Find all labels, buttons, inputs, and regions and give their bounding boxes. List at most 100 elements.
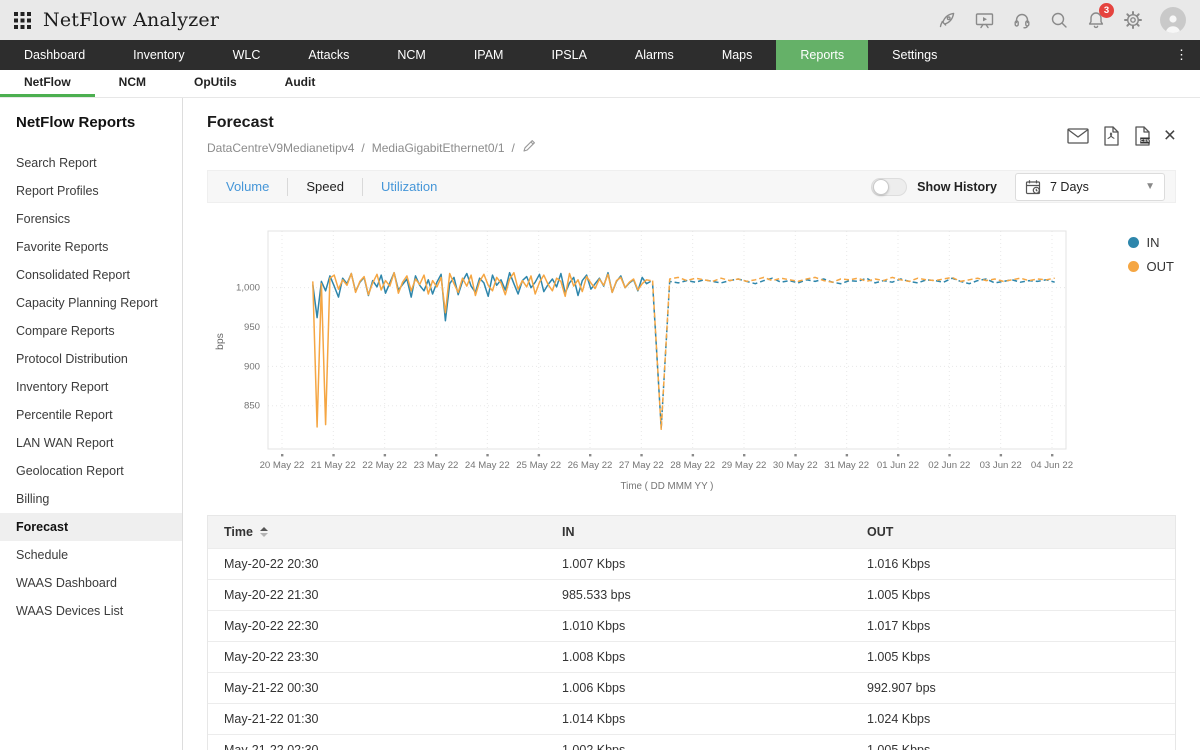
svg-text:27 May 22: 27 May 22: [619, 460, 664, 471]
cell-in: 1.008 Kbps: [546, 641, 851, 672]
svg-text:Time ( DD MMM YY ): Time ( DD MMM YY ): [621, 481, 714, 492]
svg-text:20 May 22: 20 May 22: [260, 460, 305, 471]
svg-text:900: 900: [244, 361, 260, 372]
nav-item-maps[interactable]: Maps: [698, 40, 777, 70]
svg-text:29 May 22: 29 May 22: [722, 460, 767, 471]
sidebar-item-schedule[interactable]: Schedule: [0, 541, 182, 569]
email-report-icon[interactable]: [1067, 128, 1089, 144]
sidebar-item-billing[interactable]: Billing: [0, 485, 182, 513]
nav-item-alarms[interactable]: Alarms: [611, 40, 698, 70]
tab-volume[interactable]: Volume: [208, 178, 287, 196]
subnav-item-audit[interactable]: Audit: [261, 70, 340, 97]
report-toolbar: Volume Speed Utilization Show History 7 Da…: [207, 170, 1176, 203]
cell-out: 1.005 Kbps: [851, 641, 1175, 672]
app-title: NetFlow Analyzer: [43, 9, 220, 31]
forecast-data-table: Time IN OUT May-20-22 20:30 1.007 Kbps 1.016 …: [207, 515, 1176, 750]
show-history-toggle[interactable]: [871, 177, 908, 196]
rocket-icon[interactable]: [937, 10, 957, 30]
nav-item-wlc[interactable]: WLC: [209, 40, 285, 70]
edit-pencil-icon[interactable]: [522, 139, 536, 156]
svg-text:25 May 22: 25 May 22: [516, 460, 561, 471]
nav-item-ipam[interactable]: IPAM: [450, 40, 528, 70]
sidebar-item-search-report[interactable]: Search Report: [0, 149, 182, 177]
forecast-chart: 20 May 22 21 May 22 22 May 22 23 May 22 24 M…: [207, 211, 1176, 507]
sidebar-item-waas-dashboard[interactable]: WAAS Dashboard: [0, 569, 182, 597]
subnav-item-netflow[interactable]: NetFlow: [0, 70, 95, 97]
sidebar-item-waas-devices-list[interactable]: WAAS Devices List: [0, 597, 182, 625]
nav-item-attacks[interactable]: Attacks: [284, 40, 373, 70]
search-icon[interactable]: [1049, 10, 1069, 30]
sidebar-item-percentile-report[interactable]: Percentile Report: [0, 401, 182, 429]
sidebar-item-forensics[interactable]: Forensics: [0, 205, 182, 233]
svg-text:28 May 22: 28 May 22: [670, 460, 715, 471]
export-pdf-icon[interactable]: [1102, 126, 1120, 146]
legend-item-out[interactable]: OUT: [1127, 259, 1174, 274]
nav-overflow-kebab-icon[interactable]: ⋮: [1163, 40, 1200, 70]
nav-item-ipsla[interactable]: IPSLA: [527, 40, 610, 70]
sidebar-item-compare-reports[interactable]: Compare Reports: [0, 317, 182, 345]
subnav-item-ncm[interactable]: NCM: [95, 70, 170, 97]
sort-desc-arrow: [259, 533, 268, 537]
sidebar-item-inventory-report[interactable]: Inventory Report: [0, 373, 182, 401]
table-row[interactable]: May-20-22 21:30 985.533 bps 1.005 Kbps: [208, 579, 1175, 610]
cell-time: May-20-22 23:30: [208, 641, 546, 672]
nav-item-ncm[interactable]: NCM: [373, 40, 449, 70]
legend-item-in[interactable]: IN: [1127, 235, 1174, 250]
table-row[interactable]: May-20-22 23:30 1.008 Kbps 1.005 Kbps: [208, 641, 1175, 672]
main-panel: Forecast DataCentreV9Medianetipv4 / Medi…: [183, 98, 1200, 750]
sidebar-item-favorite-reports[interactable]: Favorite Reports: [0, 233, 182, 261]
subnav-item-oputils[interactable]: OpUtils: [170, 70, 261, 97]
user-avatar[interactable]: [1160, 7, 1186, 33]
sort-icon: [259, 527, 268, 537]
nav-item-dashboard[interactable]: Dashboard: [0, 40, 109, 70]
nav-item-settings[interactable]: Settings: [868, 40, 961, 70]
tab-utilization[interactable]: Utilization: [361, 177, 455, 196]
apps-grid-icon[interactable]: [14, 11, 31, 29]
support-headset-icon[interactable]: [1012, 10, 1032, 30]
nav-item-inventory[interactable]: Inventory: [109, 40, 208, 70]
table-row[interactable]: May-21-22 01:30 1.014 Kbps 1.024 Kbps: [208, 703, 1175, 734]
module-sub-navigation: NetFlow NCM OpUtils Audit: [0, 70, 1200, 98]
settings-gear-icon[interactable]: [1123, 10, 1143, 30]
sidebar-item-report-profiles[interactable]: Report Profiles: [0, 177, 182, 205]
notifications-bell-icon[interactable]: 3: [1086, 3, 1114, 30]
svg-text:22 May 22: 22 May 22: [362, 460, 407, 471]
cell-out: 1.016 Kbps: [851, 548, 1175, 579]
show-history-label: Show History: [917, 179, 997, 194]
sidebar-item-geolocation-report[interactable]: Geolocation Report: [0, 457, 182, 485]
time-range-dropdown[interactable]: 7 Days ▼: [1015, 172, 1165, 201]
time-range-value: 7 Days: [1050, 179, 1089, 194]
breadcrumb-device[interactable]: DataCentreV9Medianetipv4: [207, 141, 354, 155]
tab-speed[interactable]: Speed: [287, 177, 362, 196]
sidebar-item-protocol-distribution[interactable]: Protocol Distribution: [0, 345, 182, 373]
cell-in: 1.006 Kbps: [546, 672, 851, 703]
table-row[interactable]: May-21-22 00:30 1.006 Kbps 992.907 bps: [208, 672, 1175, 703]
svg-text:850: 850: [244, 401, 260, 412]
demo-screen-icon[interactable]: [974, 10, 995, 30]
sidebar-item-capacity-planning-report[interactable]: Capacity Planning Report: [0, 289, 182, 317]
cell-time: May-20-22 20:30: [208, 548, 546, 579]
breadcrumb-separator: /: [511, 140, 515, 155]
breadcrumb-interface[interactable]: MediaGigabitEthernet0/1: [372, 141, 505, 155]
svg-text:30 May 22: 30 May 22: [773, 460, 818, 471]
column-header-out[interactable]: OUT: [851, 516, 1175, 548]
nav-item-reports[interactable]: Reports: [776, 40, 869, 70]
export-csv-icon[interactable]: CSV: [1133, 126, 1151, 146]
close-icon[interactable]: ×: [1164, 125, 1176, 146]
sidebar-item-lan-wan-report[interactable]: LAN WAN Report: [0, 429, 182, 457]
table-row[interactable]: May-21-22 02:30 1.002 Kbps 1.005 Kbps: [208, 734, 1175, 750]
svg-text:23 May 22: 23 May 22: [414, 460, 459, 471]
sidebar-item-consolidated-report[interactable]: Consolidated Report: [0, 261, 182, 289]
table-row[interactable]: May-20-22 22:30 1.010 Kbps 1.017 Kbps: [208, 610, 1175, 641]
forecast-line-chart[interactable]: 20 May 22 21 May 22 22 May 22 23 May 22 24 M…: [207, 211, 1087, 507]
cell-time: May-21-22 01:30: [208, 703, 546, 734]
svg-text:21 May 22: 21 May 22: [311, 460, 356, 471]
column-header-in[interactable]: IN: [546, 516, 851, 548]
table-row[interactable]: May-20-22 20:30 1.007 Kbps 1.016 Kbps: [208, 548, 1175, 579]
legend-label-in: IN: [1146, 235, 1160, 250]
sidebar-item-forecast[interactable]: Forecast: [0, 513, 182, 541]
svg-text:31 May 22: 31 May 22: [824, 460, 869, 471]
svg-text:bps: bps: [214, 333, 226, 350]
page-title: Forecast: [207, 114, 274, 131]
column-header-time[interactable]: Time: [208, 516, 546, 548]
